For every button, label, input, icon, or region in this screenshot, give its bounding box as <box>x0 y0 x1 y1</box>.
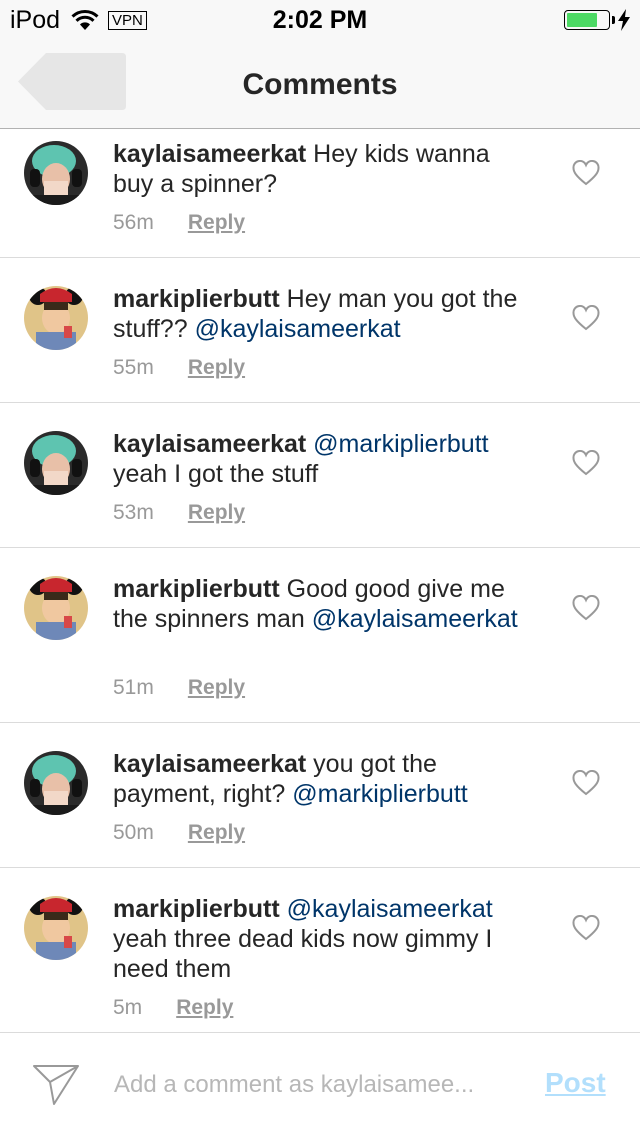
charging-bolt-icon <box>618 9 630 31</box>
comment-composer: Post <box>0 1032 640 1136</box>
battery-icon <box>564 10 610 30</box>
comment-time: 56m <box>113 211 154 234</box>
heart-icon[interactable] <box>572 594 600 621</box>
avatar[interactable] <box>24 431 88 495</box>
comment-time: 53m <box>113 501 154 524</box>
comment-mention[interactable]: @kaylaisameerkat <box>312 605 518 633</box>
comment-item: kaylaisameerkat @markiplierbutt yeah I g… <box>0 403 640 548</box>
comment-message: yeah three dead kids now gimmy I need th… <box>113 925 493 983</box>
comment-mention[interactable]: @markiplierbutt <box>292 780 467 808</box>
comment-username[interactable]: markiplierbutt <box>113 575 280 603</box>
heart-icon[interactable] <box>572 449 600 476</box>
comment-text: markiplierbutt @kaylaisameerkat yeah thr… <box>113 894 533 984</box>
avatar[interactable] <box>24 286 88 350</box>
comment-meta: 56m Reply <box>113 211 245 235</box>
comment-username[interactable]: kaylaisameerkat <box>113 430 306 458</box>
reply-button[interactable]: Reply <box>188 501 245 525</box>
nav-bar: Comments <box>0 40 640 129</box>
comment-time: 50m <box>113 821 154 844</box>
comment-meta: 55m Reply <box>113 356 245 380</box>
comment-meta: 53m Reply <box>113 501 245 525</box>
battery-level <box>567 13 597 27</box>
comment-text: markiplierbutt Good good give me the spi… <box>113 574 533 634</box>
comment-item: markiplierbutt Good good give me the spi… <box>0 548 640 723</box>
comment-username[interactable]: kaylaisameerkat <box>113 750 306 778</box>
avatar[interactable] <box>24 896 88 960</box>
battery-tip <box>612 16 615 24</box>
paper-plane-icon[interactable] <box>32 1063 80 1107</box>
heart-icon[interactable] <box>572 769 600 796</box>
comment-list: kaylaisameerkat Hey kids wanna buy a spi… <box>0 129 640 1032</box>
comment-time: 51m <box>113 676 154 699</box>
comment-item: markiplierbutt Hey man you got the stuff… <box>0 258 640 403</box>
status-bar: iPod VPN 2:02 PM <box>0 0 640 40</box>
comment-mention[interactable]: @kaylaisameerkat <box>195 315 401 343</box>
heart-icon[interactable] <box>572 914 600 941</box>
comment-text: kaylaisameerkat you got the payment, rig… <box>113 749 533 809</box>
reply-button[interactable]: Reply <box>176 996 233 1020</box>
reply-button[interactable]: Reply <box>188 211 245 235</box>
comment-meta: 5m Reply <box>113 996 233 1020</box>
comment-meta: 50m Reply <box>113 821 245 845</box>
comment-text: kaylaisameerkat Hey kids wanna buy a spi… <box>113 139 533 199</box>
comment-username[interactable]: markiplierbutt <box>113 895 280 923</box>
comment-input[interactable] <box>114 1069 524 1101</box>
comment-message: yeah I got the stuff <box>113 460 319 488</box>
comment-meta: 51m Reply <box>113 676 245 700</box>
comment-username[interactable]: kaylaisameerkat <box>113 140 306 168</box>
avatar[interactable] <box>24 141 88 205</box>
comment-time: 55m <box>113 356 154 379</box>
comment-text: kaylaisameerkat @markiplierbutt yeah I g… <box>113 429 533 489</box>
status-time: 2:02 PM <box>272 6 368 34</box>
comment-text: markiplierbutt Hey man you got the stuff… <box>113 284 533 344</box>
comment-item: kaylaisameerkat Hey kids wanna buy a spi… <box>0 129 640 258</box>
reply-button[interactable]: Reply <box>188 821 245 845</box>
post-button[interactable]: Post <box>545 1067 606 1099</box>
heart-icon[interactable] <box>572 304 600 331</box>
comment-item: markiplierbutt @kaylaisameerkat yeah thr… <box>0 868 640 1032</box>
reply-button[interactable]: Reply <box>188 676 245 700</box>
comment-time: 5m <box>113 996 143 1019</box>
avatar[interactable] <box>24 751 88 815</box>
reply-button[interactable]: Reply <box>188 356 245 380</box>
avatar[interactable] <box>24 576 88 640</box>
comment-item: kaylaisameerkat you got the payment, rig… <box>0 723 640 868</box>
comment-mention[interactable]: @kaylaisameerkat <box>287 895 493 923</box>
page-title: Comments <box>242 68 398 101</box>
comment-username[interactable]: markiplierbutt <box>113 285 280 313</box>
comment-mention[interactable]: @markiplierbutt <box>313 430 488 458</box>
heart-icon[interactable] <box>572 159 600 186</box>
